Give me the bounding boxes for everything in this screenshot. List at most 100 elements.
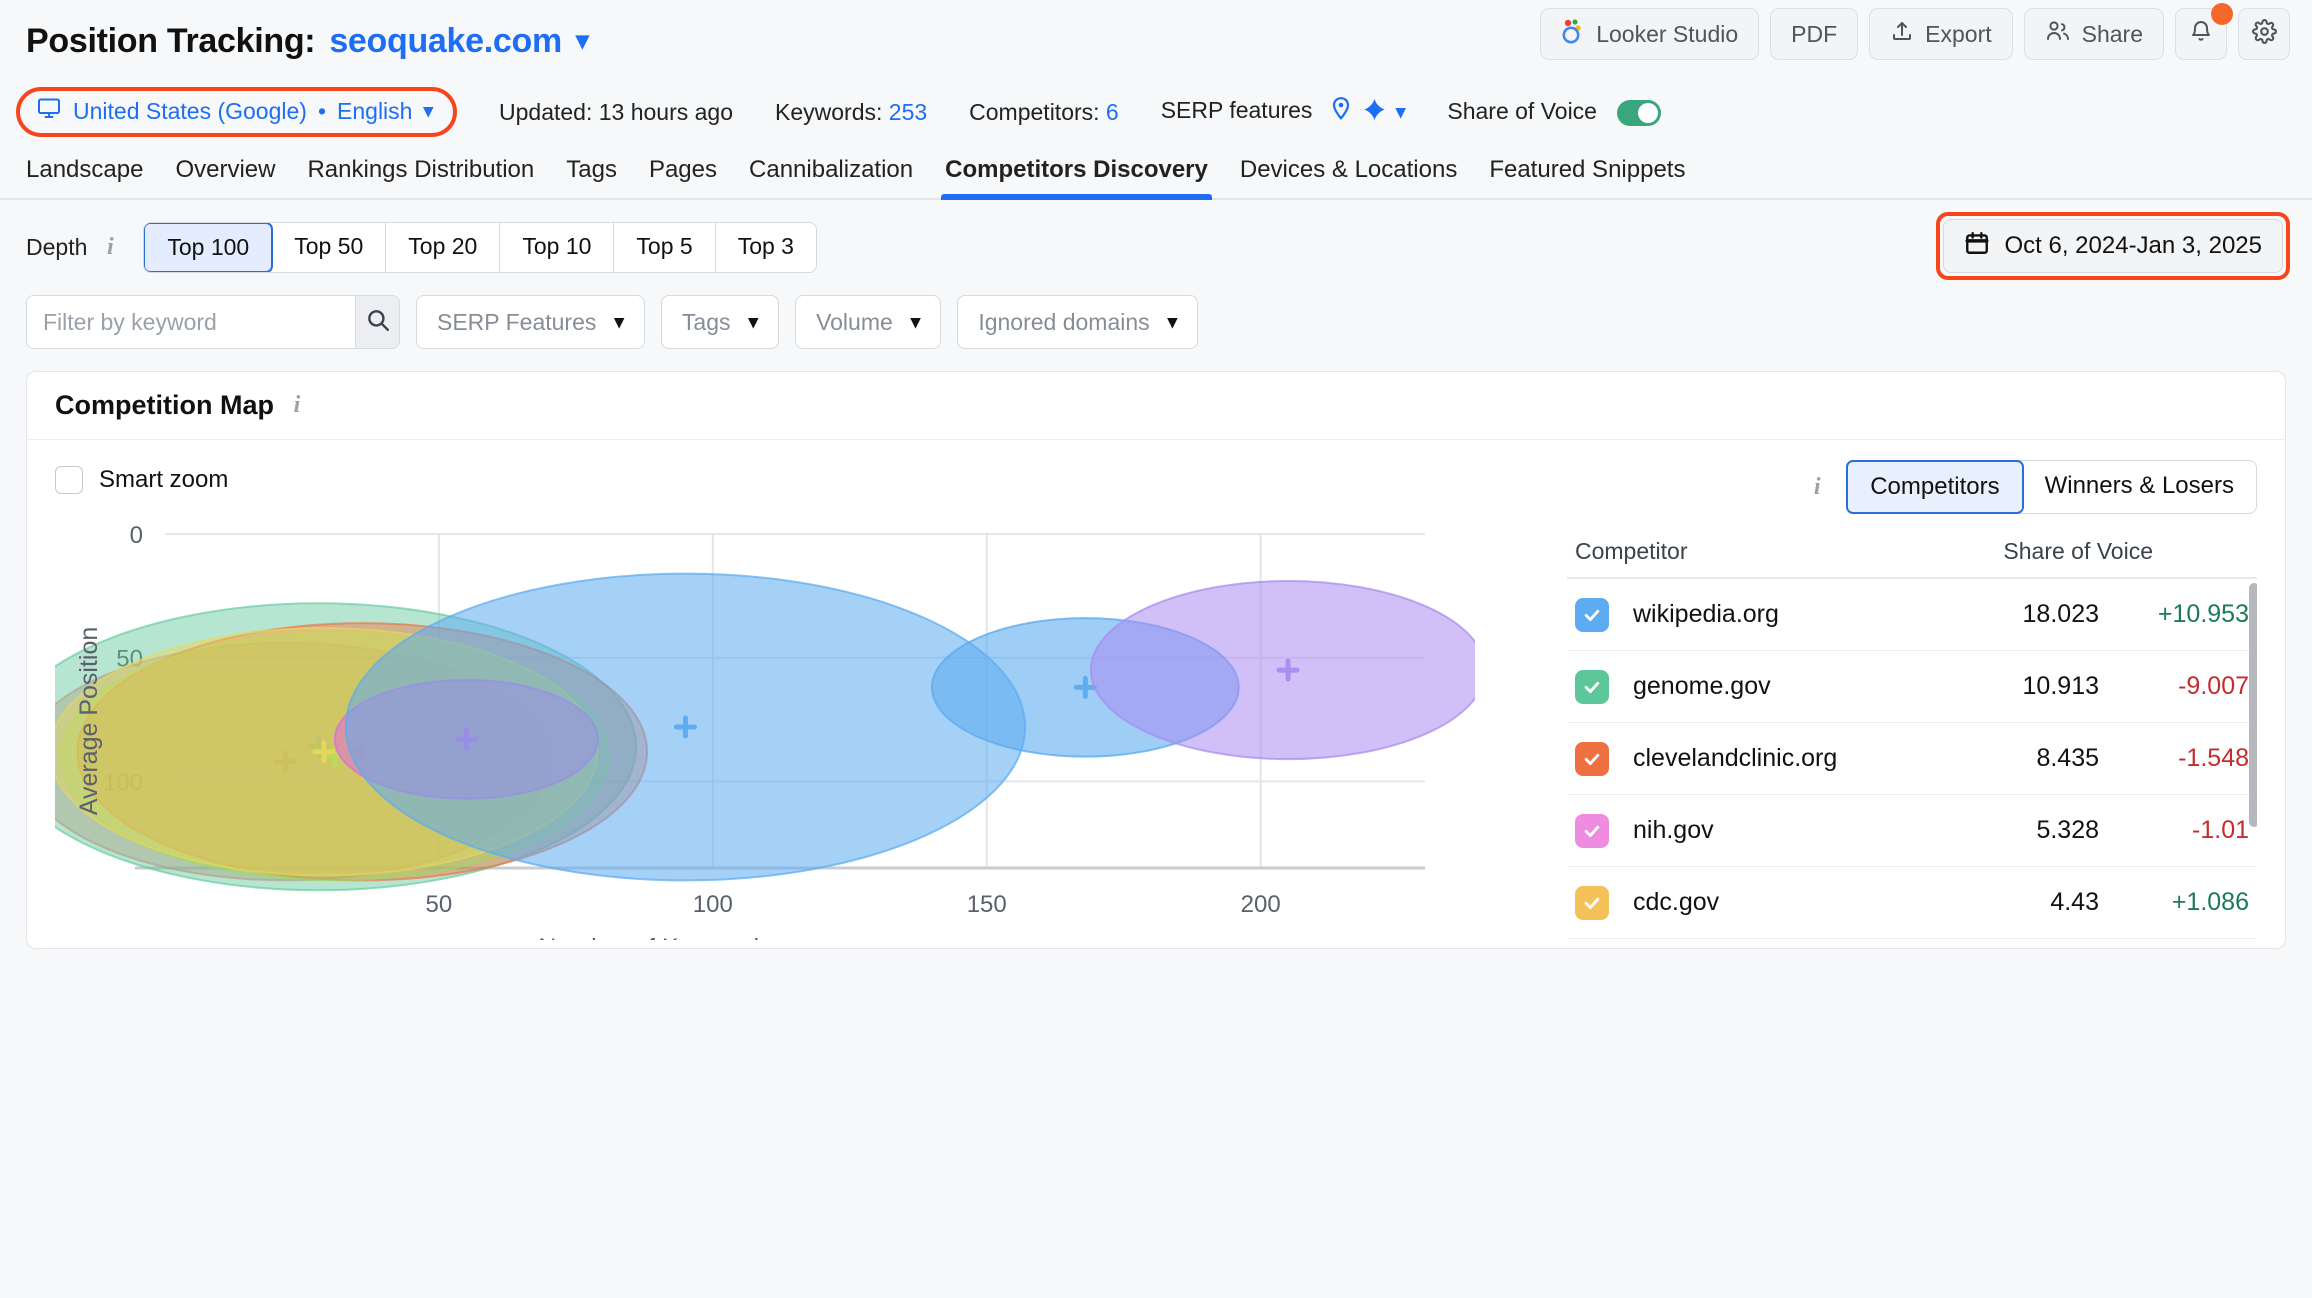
competitor-checkbox[interactable] [1575,886,1609,920]
table-row[interactable]: wikipedia.org18.023+10.953 [1567,579,2257,651]
chevron-down-icon[interactable]: ▾ [576,27,589,53]
share-of-voice-value: 8.435 [1959,744,2099,773]
depth-option-label: Top 100 [167,234,249,260]
serp-features-control[interactable]: SERP features ▾ [1161,96,1406,128]
competitor-checkbox[interactable] [1575,670,1609,704]
tab-label: Rankings Distribution [307,156,534,183]
view-segmented-control: Competitors Winners & Losers [1846,460,2257,514]
looker-studio-button[interactable]: Looker Studio [1540,8,1759,60]
header-actions: Looker Studio PDF Export [1540,8,2290,60]
share-of-voice-value: 10.913 [1959,672,2099,701]
competitors-table: Competitor Share of Voice wikipedia.org1… [1567,538,2257,939]
view-option-label: Competitors [1870,473,1999,500]
info-icon[interactable]: i [101,234,119,261]
chevron-down-icon[interactable]: ▾ [423,100,433,123]
smart-zoom-control[interactable]: Smart zoom [55,466,228,494]
column-header-share-of-voice: Share of Voice [2003,538,2153,565]
table-row[interactable]: genome.gov10.913-9.007 [1567,651,2257,723]
y-axis-title: Average Position [75,627,103,816]
tags-filter[interactable]: Tags ▾ [661,295,779,349]
competitor-checkbox[interactable] [1575,742,1609,776]
filter-label: Tags [682,309,731,336]
location-language-selector[interactable]: United States (Google) • English ▾ [16,87,457,137]
view-toggle-wrapper: i Competitors Winners & Losers [1808,460,2257,514]
competitor-name[interactable]: genome.gov [1633,672,1959,701]
competitor-checkbox[interactable] [1575,814,1609,848]
depth-option-top-5[interactable]: Top 5 [614,223,715,272]
smart-zoom-label: Smart zoom [99,466,228,494]
keywords-stat: Keywords: 253 [775,99,927,126]
share-of-voice-control[interactable]: Share of Voice [1447,98,1661,126]
competition-map-chart[interactable]: 05010050100150200Number of KeywordsAvera… [55,520,1475,940]
calendar-icon [1964,230,1990,263]
view-option-winners-losers[interactable]: Winners & Losers [2023,461,2256,513]
tab-cannibalization[interactable]: Cannibalization [733,156,929,198]
competitor-name[interactable]: wikipedia.org [1633,600,1959,629]
gear-icon [2252,19,2277,50]
date-range-picker[interactable]: Oct 6, 2024-Jan 3, 2025 [1943,219,2283,273]
x-tick-label: 150 [967,891,1007,918]
competitor-checkbox[interactable] [1575,598,1609,632]
depth-option-top-10[interactable]: Top 10 [500,223,614,272]
tab-label: Competitors Discovery [945,156,1208,183]
tab-rankings-distribution[interactable]: Rankings Distribution [291,156,550,198]
table-row[interactable]: nih.gov5.328-1.01 [1567,795,2257,867]
filter-label: Volume [816,309,893,336]
tab-label: Pages [649,156,717,183]
tab-landscape[interactable]: Landscape [26,156,159,198]
tab-featured-snippets[interactable]: Featured Snippets [1473,156,1701,198]
competitors-stat: Competitors: 6 [969,99,1119,126]
x-axis-title: Number of Keywords [538,934,771,940]
tab-tags[interactable]: Tags [550,156,633,198]
bubble-wikipedia.org[interactable] [346,574,1025,881]
volume-filter[interactable]: Volume ▾ [795,295,941,349]
table-header: Competitor Share of Voice [1567,538,2257,579]
section-tabs: Landscape Overview Rankings Distribution… [0,142,2312,200]
competitor-name[interactable]: nih.gov [1633,816,1959,845]
info-icon[interactable]: i [288,392,306,419]
table-row[interactable]: clevelandclinic.org8.435-1.548 [1567,723,2257,795]
table-body[interactable]: wikipedia.org18.023+10.953genome.gov10.9… [1567,579,2257,939]
tab-overview[interactable]: Overview [159,156,291,198]
domain-link[interactable]: seoquake.com [329,22,562,61]
depth-option-top-100[interactable]: Top 100 [143,222,273,273]
depth-option-top-3[interactable]: Top 3 [716,223,816,272]
chevron-down-icon[interactable]: ▾ [1396,101,1406,124]
tab-label: Featured Snippets [1489,156,1685,183]
keyword-filter [26,295,400,349]
tab-label: Overview [175,156,275,183]
share-of-voice-delta: -9.007 [2099,672,2249,701]
pdf-button[interactable]: PDF [1770,8,1858,60]
export-button[interactable]: Export [1869,8,2012,60]
tab-devices-locations[interactable]: Devices & Locations [1224,156,1473,198]
filter-label: SERP Features [437,309,596,336]
search-button[interactable] [355,296,399,348]
card-header: Competition Map i [27,372,2285,440]
tab-pages[interactable]: Pages [633,156,733,198]
tab-competitors-discovery[interactable]: Competitors Discovery [929,156,1224,198]
page-title: Position Tracking: [26,22,315,61]
monitor-icon [36,96,62,126]
settings-button[interactable] [2238,8,2290,60]
bubble-clevelandclinic.org[interactable] [1091,581,1475,759]
depth-option-top-50[interactable]: Top 50 [272,223,386,272]
competitors-value[interactable]: 6 [1106,99,1119,125]
competitor-name[interactable]: cdc.gov [1633,888,1959,917]
search-input[interactable] [27,296,355,348]
share-of-voice-label: Share of Voice [1447,98,1597,124]
competitor-name[interactable]: clevelandclinic.org [1633,744,1959,773]
info-icon[interactable]: i [1808,474,1826,501]
serp-features-filter[interactable]: SERP Features ▾ [416,295,645,349]
smart-zoom-checkbox[interactable] [55,466,83,494]
view-option-competitors[interactable]: Competitors [1846,460,2023,514]
share-of-voice-delta: -1.01 [2099,816,2249,845]
share-of-voice-toggle[interactable] [1617,100,1661,126]
ignored-domains-filter[interactable]: Ignored domains ▾ [957,295,1198,349]
vertical-scrollbar[interactable] [2249,583,2257,827]
depth-option-top-20[interactable]: Top 20 [386,223,500,272]
table-row[interactable]: cdc.gov4.43+1.086 [1567,867,2257,939]
share-button[interactable]: Share [2024,8,2164,60]
competition-map-card: Competition Map i Smart zoom i Competito… [26,371,2286,949]
chevron-down-icon: ▾ [614,311,624,334]
keywords-value[interactable]: 253 [889,99,927,125]
